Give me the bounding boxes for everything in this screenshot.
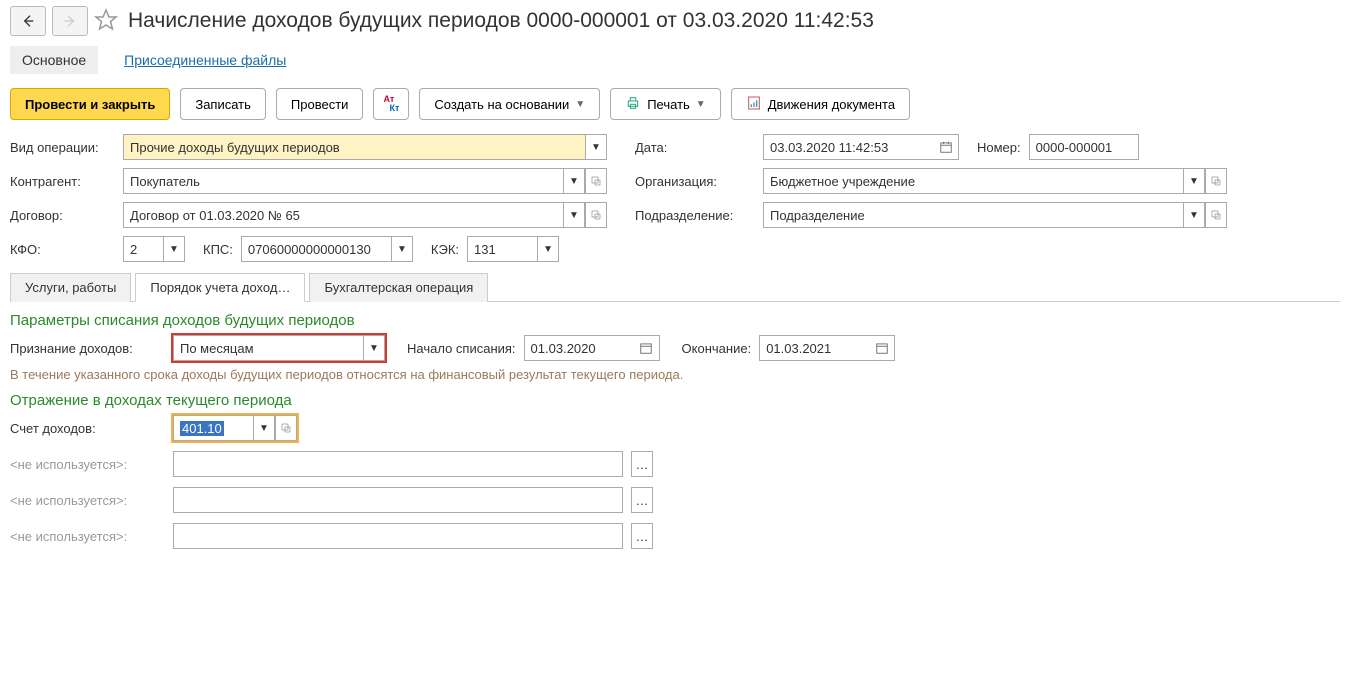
page-title: Начисление доходов будущих периодов 0000… [128,9,874,33]
open-icon[interactable] [275,415,297,441]
date-label: Дата: [635,140,683,155]
contract-label: Договор: [10,208,115,223]
ellipsis-button[interactable]: … [631,487,653,513]
unused-input-2[interactable] [173,487,623,513]
kfo-label: КФО: [10,242,115,257]
number-label: Номер: [977,140,1021,155]
dropdown-icon[interactable]: ▼ [585,134,607,160]
end-date-input[interactable]: 01.03.2021 [759,335,869,361]
number-input[interactable]: 0000-000001 [1029,134,1139,160]
dropdown-icon[interactable]: ▼ [1183,202,1205,228]
calendar-icon[interactable] [634,335,660,361]
dropdown-icon[interactable]: ▼ [253,415,275,441]
inner-tab-accounting-op[interactable]: Бухгалтерская операция [309,273,488,302]
start-date-field[interactable]: 01.03.2020 [524,335,660,361]
ellipsis-button[interactable]: … [631,451,653,477]
recognition-combo[interactable]: По месяцам ▼ [173,335,385,361]
recognition-input[interactable]: По месяцам [173,335,363,361]
post-button[interactable]: Провести [276,88,364,120]
dropdown-icon[interactable]: ▼ [563,168,585,194]
unused-input-3[interactable] [173,523,623,549]
nav-back-button[interactable] [10,6,46,36]
account-combo[interactable]: 401.10 ▼ [173,415,297,441]
dropdown-icon[interactable]: ▼ [537,236,559,262]
start-date-input[interactable]: 01.03.2020 [524,335,634,361]
open-icon[interactable] [1205,202,1227,228]
section1-hint: В течение указанного срока доходы будущи… [10,367,1340,382]
inner-tab-services[interactable]: Услуги, работы [10,273,131,302]
op-type-input[interactable]: Прочие доходы будущих периодов [123,134,585,160]
account-value: 401.10 [180,421,224,436]
inner-tab-income-order[interactable]: Порядок учета доход… [135,273,305,302]
op-type-label: Вид операции: [10,140,115,155]
unused-label-1: <не используется>: [10,457,165,472]
kfo-input[interactable]: 2 [123,236,163,262]
printer-icon [625,95,641,114]
dept-combo[interactable]: Подразделение ▼ [763,202,1227,228]
section2-title: Отражение в доходах текущего периода [10,392,1340,409]
kfo-combo[interactable]: 2 ▼ [123,236,185,262]
date-field[interactable]: 03.03.2020 11:42:53 [763,134,959,160]
main-tab-main[interactable]: Основное [10,46,98,74]
date-input[interactable]: 03.03.2020 11:42:53 [763,134,933,160]
org-combo[interactable]: Бюджетное учреждение ▼ [763,168,1227,194]
recognition-label: Признание доходов: [10,341,165,356]
unused-label-3: <не используется>: [10,529,165,544]
main-tab-files[interactable]: Присоединенные файлы [112,46,298,74]
dropdown-icon[interactable]: ▼ [163,236,185,262]
dropdown-icon[interactable]: ▼ [363,335,385,361]
open-icon[interactable] [585,202,607,228]
favorite-star-icon[interactable] [94,8,118,35]
open-icon[interactable] [585,168,607,194]
end-date-field[interactable]: 01.03.2021 [759,335,895,361]
kps-label: КПС: [203,242,233,257]
calendar-icon[interactable] [933,134,959,160]
document-movements-button[interactable]: Движения документа [731,88,910,120]
create-based-on-label: Создать на основании [434,97,569,112]
print-label: Печать [647,97,690,112]
kek-combo[interactable]: 131 ▼ [467,236,559,262]
org-input[interactable]: Бюджетное учреждение [763,168,1183,194]
unused-input-1[interactable] [173,451,623,477]
nav-forward-button[interactable] [52,6,88,36]
dropdown-icon[interactable]: ▼ [563,202,585,228]
calendar-icon[interactable] [869,335,895,361]
create-based-on-button[interactable]: Создать на основании ▼ [419,88,600,120]
end-label: Окончание: [682,341,752,356]
dropdown-icon[interactable]: ▼ [391,236,413,262]
save-button[interactable]: Записать [180,88,266,120]
contract-input[interactable]: Договор от 01.03.2020 № 65 [123,202,563,228]
chevron-down-icon: ▼ [575,99,585,110]
dept-input[interactable]: Подразделение [763,202,1183,228]
kek-input[interactable]: 131 [467,236,537,262]
print-button[interactable]: Печать ▼ [610,88,721,120]
op-type-combo[interactable]: Прочие доходы будущих периодов ▼ [123,134,607,160]
post-and-close-button[interactable]: Провести и закрыть [10,88,170,120]
account-label: Счет доходов: [10,421,165,436]
kps-input[interactable]: 07060000000000130 [241,236,391,262]
kek-label: КЭК: [431,242,459,257]
kps-combo[interactable]: 07060000000000130 ▼ [241,236,413,262]
unused-label-2: <не используется>: [10,493,165,508]
ellipsis-button[interactable]: … [631,523,653,549]
counterparty-combo[interactable]: Покупатель ▼ [123,168,607,194]
start-label: Начало списания: [407,341,516,356]
contract-combo[interactable]: Договор от 01.03.2020 № 65 ▼ [123,202,607,228]
dtkt-icon-button[interactable]: АтКт [373,88,409,120]
account-input[interactable]: 401.10 [173,415,253,441]
org-label: Организация: [635,174,745,189]
dept-label: Подразделение: [635,208,745,223]
dtkt-icon: АтКт [383,95,399,113]
open-icon[interactable] [1205,168,1227,194]
movements-label: Движения документа [768,97,895,112]
section1-title: Параметры списания доходов будущих перио… [10,312,1340,329]
counterparty-input[interactable]: Покупатель [123,168,563,194]
dropdown-icon[interactable]: ▼ [1183,168,1205,194]
chevron-down-icon: ▼ [696,99,706,110]
counterparty-label: Контрагент: [10,174,115,189]
report-icon [746,95,762,114]
